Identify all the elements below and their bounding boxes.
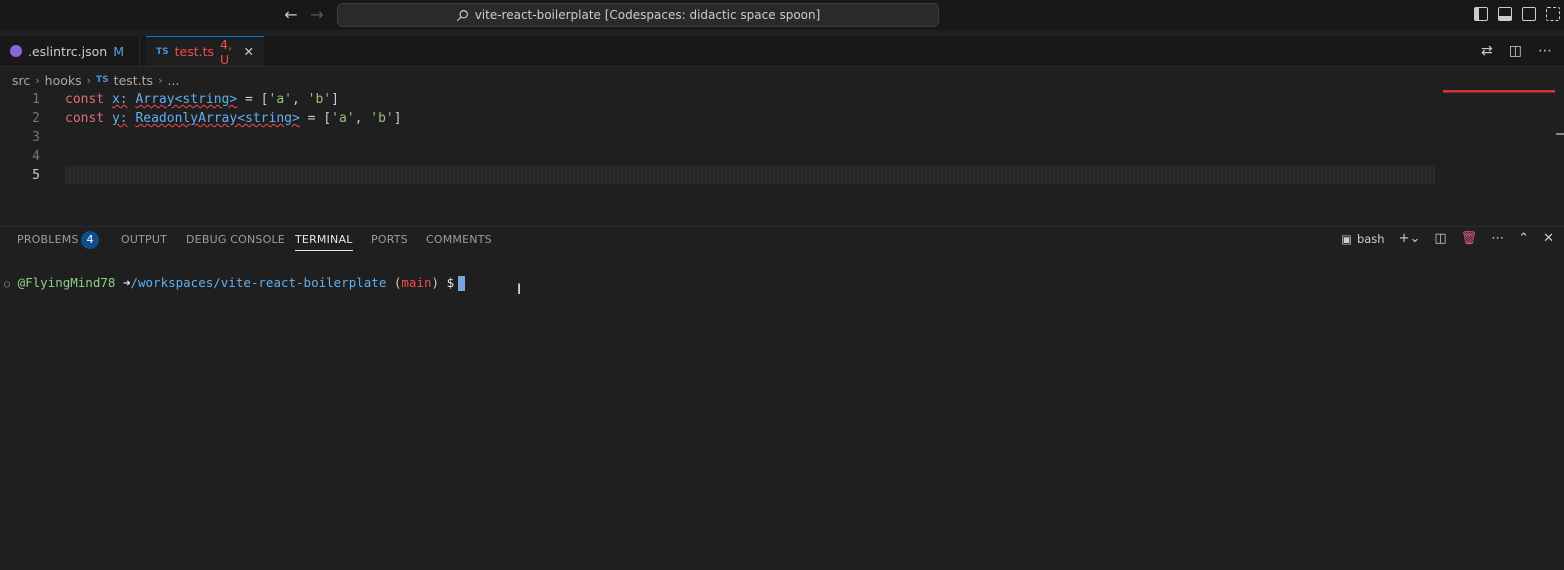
- breadcrumb-symbols[interactable]: ...: [167, 73, 179, 88]
- ibeam-cursor-icon: I: [517, 282, 522, 298]
- more-actions-icon[interactable]: ⋯: [1491, 231, 1504, 246]
- terminal-icon: ▣: [1341, 231, 1352, 246]
- terminal-output[interactable]: ○ @FlyingMind78 ➜/workspaces/vite-react-…: [0, 272, 1564, 570]
- tab-comments[interactable]: COMMENTS: [426, 233, 492, 246]
- terminal-branch: main: [401, 275, 432, 290]
- scrollbar-marker: [1556, 133, 1564, 135]
- command-center-search[interactable]: vite-react-boilerplate [Codespaces: dida…: [337, 3, 939, 27]
- panel-actions: ▣ bash +⌄ ◫ 🗑 ⋯ ⌃ ✕: [1341, 231, 1554, 246]
- line-number: 3: [32, 130, 40, 145]
- code-text: const y: ReadonlyArray<string> = ['a', '…: [65, 111, 402, 126]
- code-line: 5: [0, 166, 1440, 185]
- line-number: 4: [32, 149, 40, 164]
- customize-layout-icon[interactable]: [1546, 7, 1560, 21]
- typescript-icon: TS: [156, 46, 169, 57]
- tab-eslintrc[interactable]: .eslintrc.json M: [0, 36, 140, 66]
- code-line: 3: [0, 128, 1440, 147]
- breadcrumb-hooks[interactable]: hooks: [45, 73, 82, 88]
- panel-tab-bar: PROBLEMS 4 OUTPUT DEBUG CONSOLE TERMINAL…: [0, 226, 1564, 253]
- toggle-secondary-sidebar-icon[interactable]: [1522, 7, 1536, 21]
- code-line: 2 const y: ReadonlyArray<string> = ['a',…: [0, 109, 1440, 128]
- problems-count-badge: 4: [81, 231, 99, 249]
- terminal-dollar: $: [446, 275, 455, 290]
- tab-test-ts[interactable]: TS test.ts 4, U ✕: [146, 36, 264, 67]
- arrow-left-icon[interactable]: ←: [282, 6, 300, 24]
- arrow-right-icon[interactable]: →: [308, 6, 326, 24]
- tab-ports[interactable]: PORTS: [371, 233, 408, 246]
- close-icon[interactable]: ✕: [1543, 231, 1554, 246]
- split-editor-icon[interactable]: ◫: [1509, 43, 1522, 59]
- split-terminal-icon[interactable]: ◫: [1434, 231, 1446, 246]
- toggle-primary-sidebar-icon[interactable]: [1474, 7, 1488, 21]
- tab-output[interactable]: OUTPUT: [121, 233, 167, 246]
- search-icon: [456, 9, 468, 21]
- tab-status: 4, U: [220, 36, 232, 67]
- close-icon[interactable]: ✕: [244, 44, 254, 59]
- terminal-prompt: ○ @FlyingMind78 ➜/workspaces/vite-react-…: [4, 275, 466, 291]
- command-status-icon: ○: [4, 279, 11, 290]
- terminal-user: @FlyingMind78: [17, 275, 116, 290]
- chevron-up-icon[interactable]: ⌃: [1518, 231, 1529, 246]
- chevron-right-icon: ›: [35, 73, 40, 87]
- tab-label: .eslintrc.json: [28, 43, 108, 59]
- tab-terminal[interactable]: TERMINAL: [295, 233, 353, 251]
- editor-tab-bar: .eslintrc.json M TS test.ts 4, U ✕ ⇄ ◫ ⋯: [0, 36, 1564, 67]
- breadcrumb-file[interactable]: test.ts: [114, 73, 153, 88]
- trash-icon[interactable]: 🗑: [1461, 231, 1478, 246]
- breadcrumb: src › hooks › TS test.ts › ...: [12, 72, 179, 88]
- typescript-icon: TS: [96, 75, 109, 85]
- minimap-error-marker: [1443, 92, 1555, 93]
- more-actions-icon[interactable]: ⋯: [1538, 43, 1552, 59]
- terminal-cursor: [458, 276, 466, 291]
- code-line: 4: [0, 147, 1440, 166]
- line-number: 1: [32, 92, 40, 107]
- editor-actions: ⇄ ◫ ⋯: [1481, 43, 1552, 59]
- code-line: 1 const x: Array<string> = ['a', 'b']: [0, 90, 1440, 109]
- chevron-right-icon: ›: [86, 73, 92, 87]
- layout-controls: [1474, 7, 1564, 21]
- toggle-panel-icon[interactable]: [1498, 7, 1512, 21]
- code-editor[interactable]: 1 const x: Array<string> = ['a', 'b'] 2 …: [0, 90, 1564, 218]
- line-number: 5: [32, 168, 40, 183]
- line-number: 2: [32, 111, 40, 126]
- terminal-path: /workspaces/vite-react-boilerplate: [130, 275, 387, 290]
- title-bar: ← → vite-react-boilerplate [Codespaces: …: [0, 0, 1564, 30]
- terminal-shell-selector[interactable]: ▣ bash: [1341, 232, 1385, 246]
- search-text: vite-react-boilerplate [Codespaces: dida…: [474, 8, 821, 22]
- tab-debug-console[interactable]: DEBUG CONSOLE: [186, 233, 285, 246]
- code-text: const x: Array<string> = ['a', 'b']: [65, 92, 339, 107]
- eslint-icon: [10, 45, 22, 57]
- tab-status: M: [113, 43, 125, 59]
- tab-problems[interactable]: PROBLEMS: [17, 233, 79, 246]
- new-terminal-icon[interactable]: +⌄: [1399, 231, 1421, 246]
- breadcrumb-src[interactable]: src: [12, 73, 30, 88]
- chevron-right-icon: ›: [158, 73, 163, 87]
- shell-label: bash: [1356, 231, 1385, 246]
- tab-label: test.ts: [174, 44, 215, 59]
- open-changes-icon[interactable]: ⇄: [1481, 43, 1493, 59]
